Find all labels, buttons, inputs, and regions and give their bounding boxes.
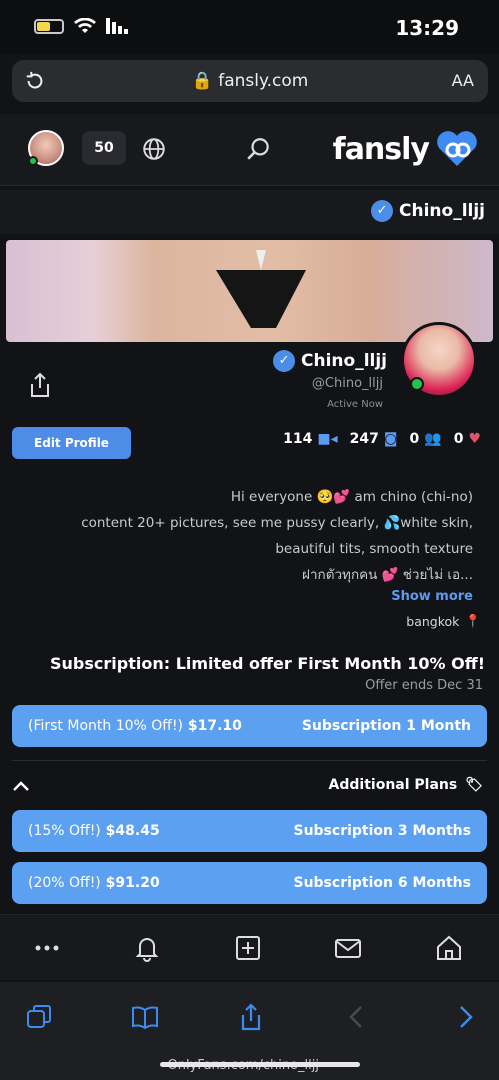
profile-avatar[interactable] [401,322,477,398]
subscribers-stat: 0 👥 [409,431,442,447]
create-post-icon[interactable] [233,933,263,963]
globe-icon[interactable] [141,136,167,162]
search-icon[interactable] [246,136,272,162]
notifications-bell-icon[interactable] [132,933,162,963]
heart-logo-icon [437,131,477,166]
forward-icon[interactable] [450,1002,480,1032]
tag-icon: 🏷 [465,777,483,793]
more-icon[interactable] [32,933,62,963]
verified-icon: ✓ [371,200,394,222]
messages-icon[interactable] [333,933,363,963]
plan-name: Subscription 1 Month [301,718,471,734]
subscribe-6-months-button[interactable]: Subscription 6 Months (20% Off!) $91.20 [12,862,487,904]
location: bangkok 📍 [406,613,481,629]
location-pin-icon: 📍 [465,613,481,628]
users-icon: 👥 [424,431,442,447]
wifi-icon [74,18,96,33]
status-bar: 13:29 [0,0,499,54]
display-name: ✓ Chino_lljj [273,350,387,372]
banner-photo [216,250,306,328]
strip-name: ✓ Chino_lljj [371,200,485,222]
screen: 13:29 🔒 fansly.com AA fansly 50 ✓ Chino_… [0,0,499,1080]
plan-name: Subscription 3 Months [293,823,471,839]
reload-icon[interactable] [24,70,46,92]
plan-price: (20% Off!) $91.20 [28,875,160,891]
subscribe-1-month-button[interactable]: Subscription 1 Month (First Month 10% Of… [12,705,487,747]
subscription-title: Subscription: Limited offer First Month … [50,654,485,673]
likes-stat: 0 ♥ [453,431,481,447]
username: @Chino_lljj [311,376,383,391]
video-icon: ■◂ [317,431,338,447]
heart-icon: ♥ [468,431,481,447]
user-avatar[interactable] [28,130,64,166]
battery-icon [34,18,64,34]
edit-profile-button[interactable]: Edit Profile [12,427,131,459]
home-icon[interactable] [434,933,464,963]
app-header: fansly [0,114,499,186]
additional-plans-toggle[interactable]: Additional Plans 🏷 [329,777,483,793]
plan-name: Subscription 6 Months [293,875,471,891]
active-status: Active Now [327,399,383,410]
url-text[interactable]: 🔒 fansly.com [192,71,309,91]
share-sheet-icon[interactable] [236,1002,266,1032]
profile-bio: Hi everyone 🥺💕 am chino (chi-no) content… [33,484,473,588]
bio-line: Hi everyone 🥺💕 am chino (chi-no) [230,489,473,505]
notification-count-badge[interactable]: 50 [82,131,126,165]
clock: 13:29 [395,16,459,40]
back-icon[interactable] [342,1002,372,1032]
plan-price: (First Month 10% Off!) $17.10 [28,718,242,734]
camera-icon: ◙ [383,431,398,447]
fansly-logo[interactable]: fansly [333,130,479,168]
profile-stats: 114 ■◂ 247 ◙ 0 👥 0 ♥ [283,431,481,447]
brand-name: fansly [332,131,430,167]
plan-price: (15% Off!) $48.45 [28,823,160,839]
bookmarks-icon[interactable] [130,1002,160,1032]
home-indicator [160,1062,360,1067]
show-more-link[interactable]: Show more [391,589,473,604]
photos-stat[interactable]: 247 ◙ [350,431,398,447]
bottom-nav [0,914,499,980]
online-indicator [28,156,38,166]
share-icon[interactable] [28,372,52,398]
bio-line: beautiful tits, smooth texture [275,541,473,557]
chevron-up-icon[interactable] [12,778,30,794]
bio-line: content 20+ pictures, see me pussy clear… [81,515,473,531]
verified-icon: ✓ [273,350,296,372]
media-stat[interactable]: 114 ■◂ [283,431,338,447]
status-icons [34,18,128,34]
divider [12,760,487,761]
reader-button[interactable]: AA [452,71,474,90]
subscribe-3-months-button[interactable]: Subscription 3 Months (15% Off!) $48.45 [12,810,487,852]
offer-ends: Offer ends Dec 31 [365,678,483,693]
bio-line: ฝากตัวทุกคน 💕 ช่วยไม่ เอ... [302,567,473,583]
profile-name-strip: ✓ Chino_lljj [0,190,499,234]
lock-icon: 🔒 [191,71,219,91]
address-bar[interactable]: 🔒 fansly.com AA [12,60,488,102]
signal-icon [106,18,128,34]
tabs-icon[interactable] [24,1002,54,1032]
online-indicator [410,377,424,391]
